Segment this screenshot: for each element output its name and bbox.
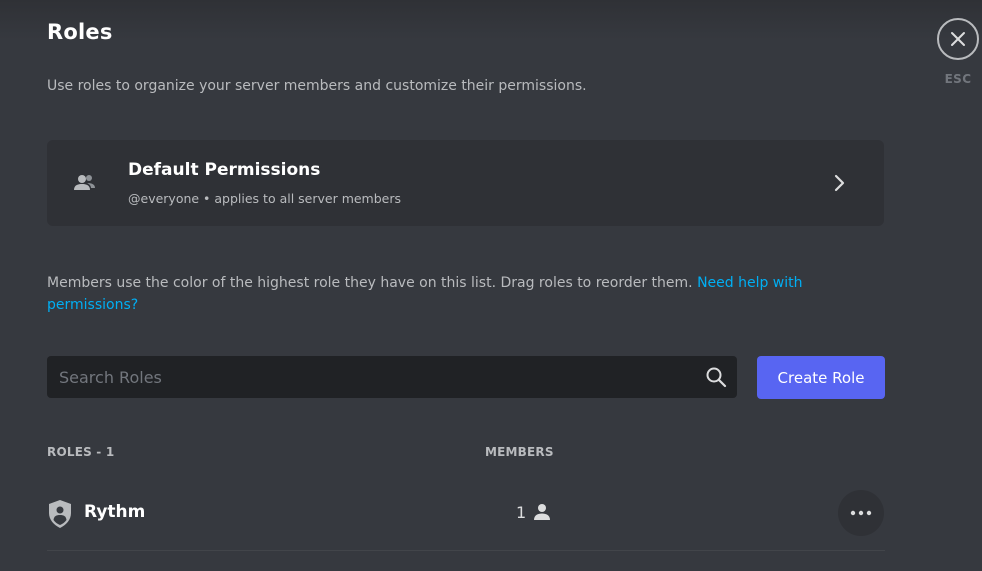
page-title: Roles [47, 20, 113, 44]
row-divider [47, 550, 885, 551]
roles-info-text: Members use the color of the highest rol… [47, 272, 885, 316]
default-permissions-title: Default Permissions [128, 160, 321, 180]
member-icon [534, 504, 550, 520]
page-subtitle: Use roles to organize your server member… [47, 78, 587, 94]
chevron-right-icon [834, 174, 845, 192]
close-icon [951, 32, 965, 46]
role-name: Rythm [84, 502, 146, 522]
roles-column-header: ROLES - 1 [47, 445, 115, 459]
roles-info-message: Members use the color of the highest rol… [47, 275, 698, 291]
more-options-icon [850, 510, 872, 516]
esc-label: ESC [944, 72, 972, 86]
default-permissions-card[interactable]: Default Permissions @everyone • applies … [47, 140, 884, 226]
close-button[interactable] [937, 18, 979, 60]
search-roles-box [47, 356, 737, 398]
table-row[interactable]: Rythm 1 [47, 490, 885, 540]
members-icon [69, 167, 101, 199]
create-role-button[interactable]: Create Role [757, 356, 885, 399]
roles-settings-page: Roles Use roles to organize your server … [0, 0, 982, 571]
role-more-options-button[interactable] [838, 490, 884, 536]
close-control: ESC [935, 18, 981, 86]
members-column-header: MEMBERS [485, 445, 554, 459]
role-shield-icon [49, 500, 71, 528]
search-roles-input[interactable] [47, 356, 687, 398]
search-icon[interactable] [705, 366, 727, 388]
default-permissions-subtitle: @everyone • applies to all server member… [128, 191, 402, 206]
role-member-count: 1 [516, 503, 527, 522]
